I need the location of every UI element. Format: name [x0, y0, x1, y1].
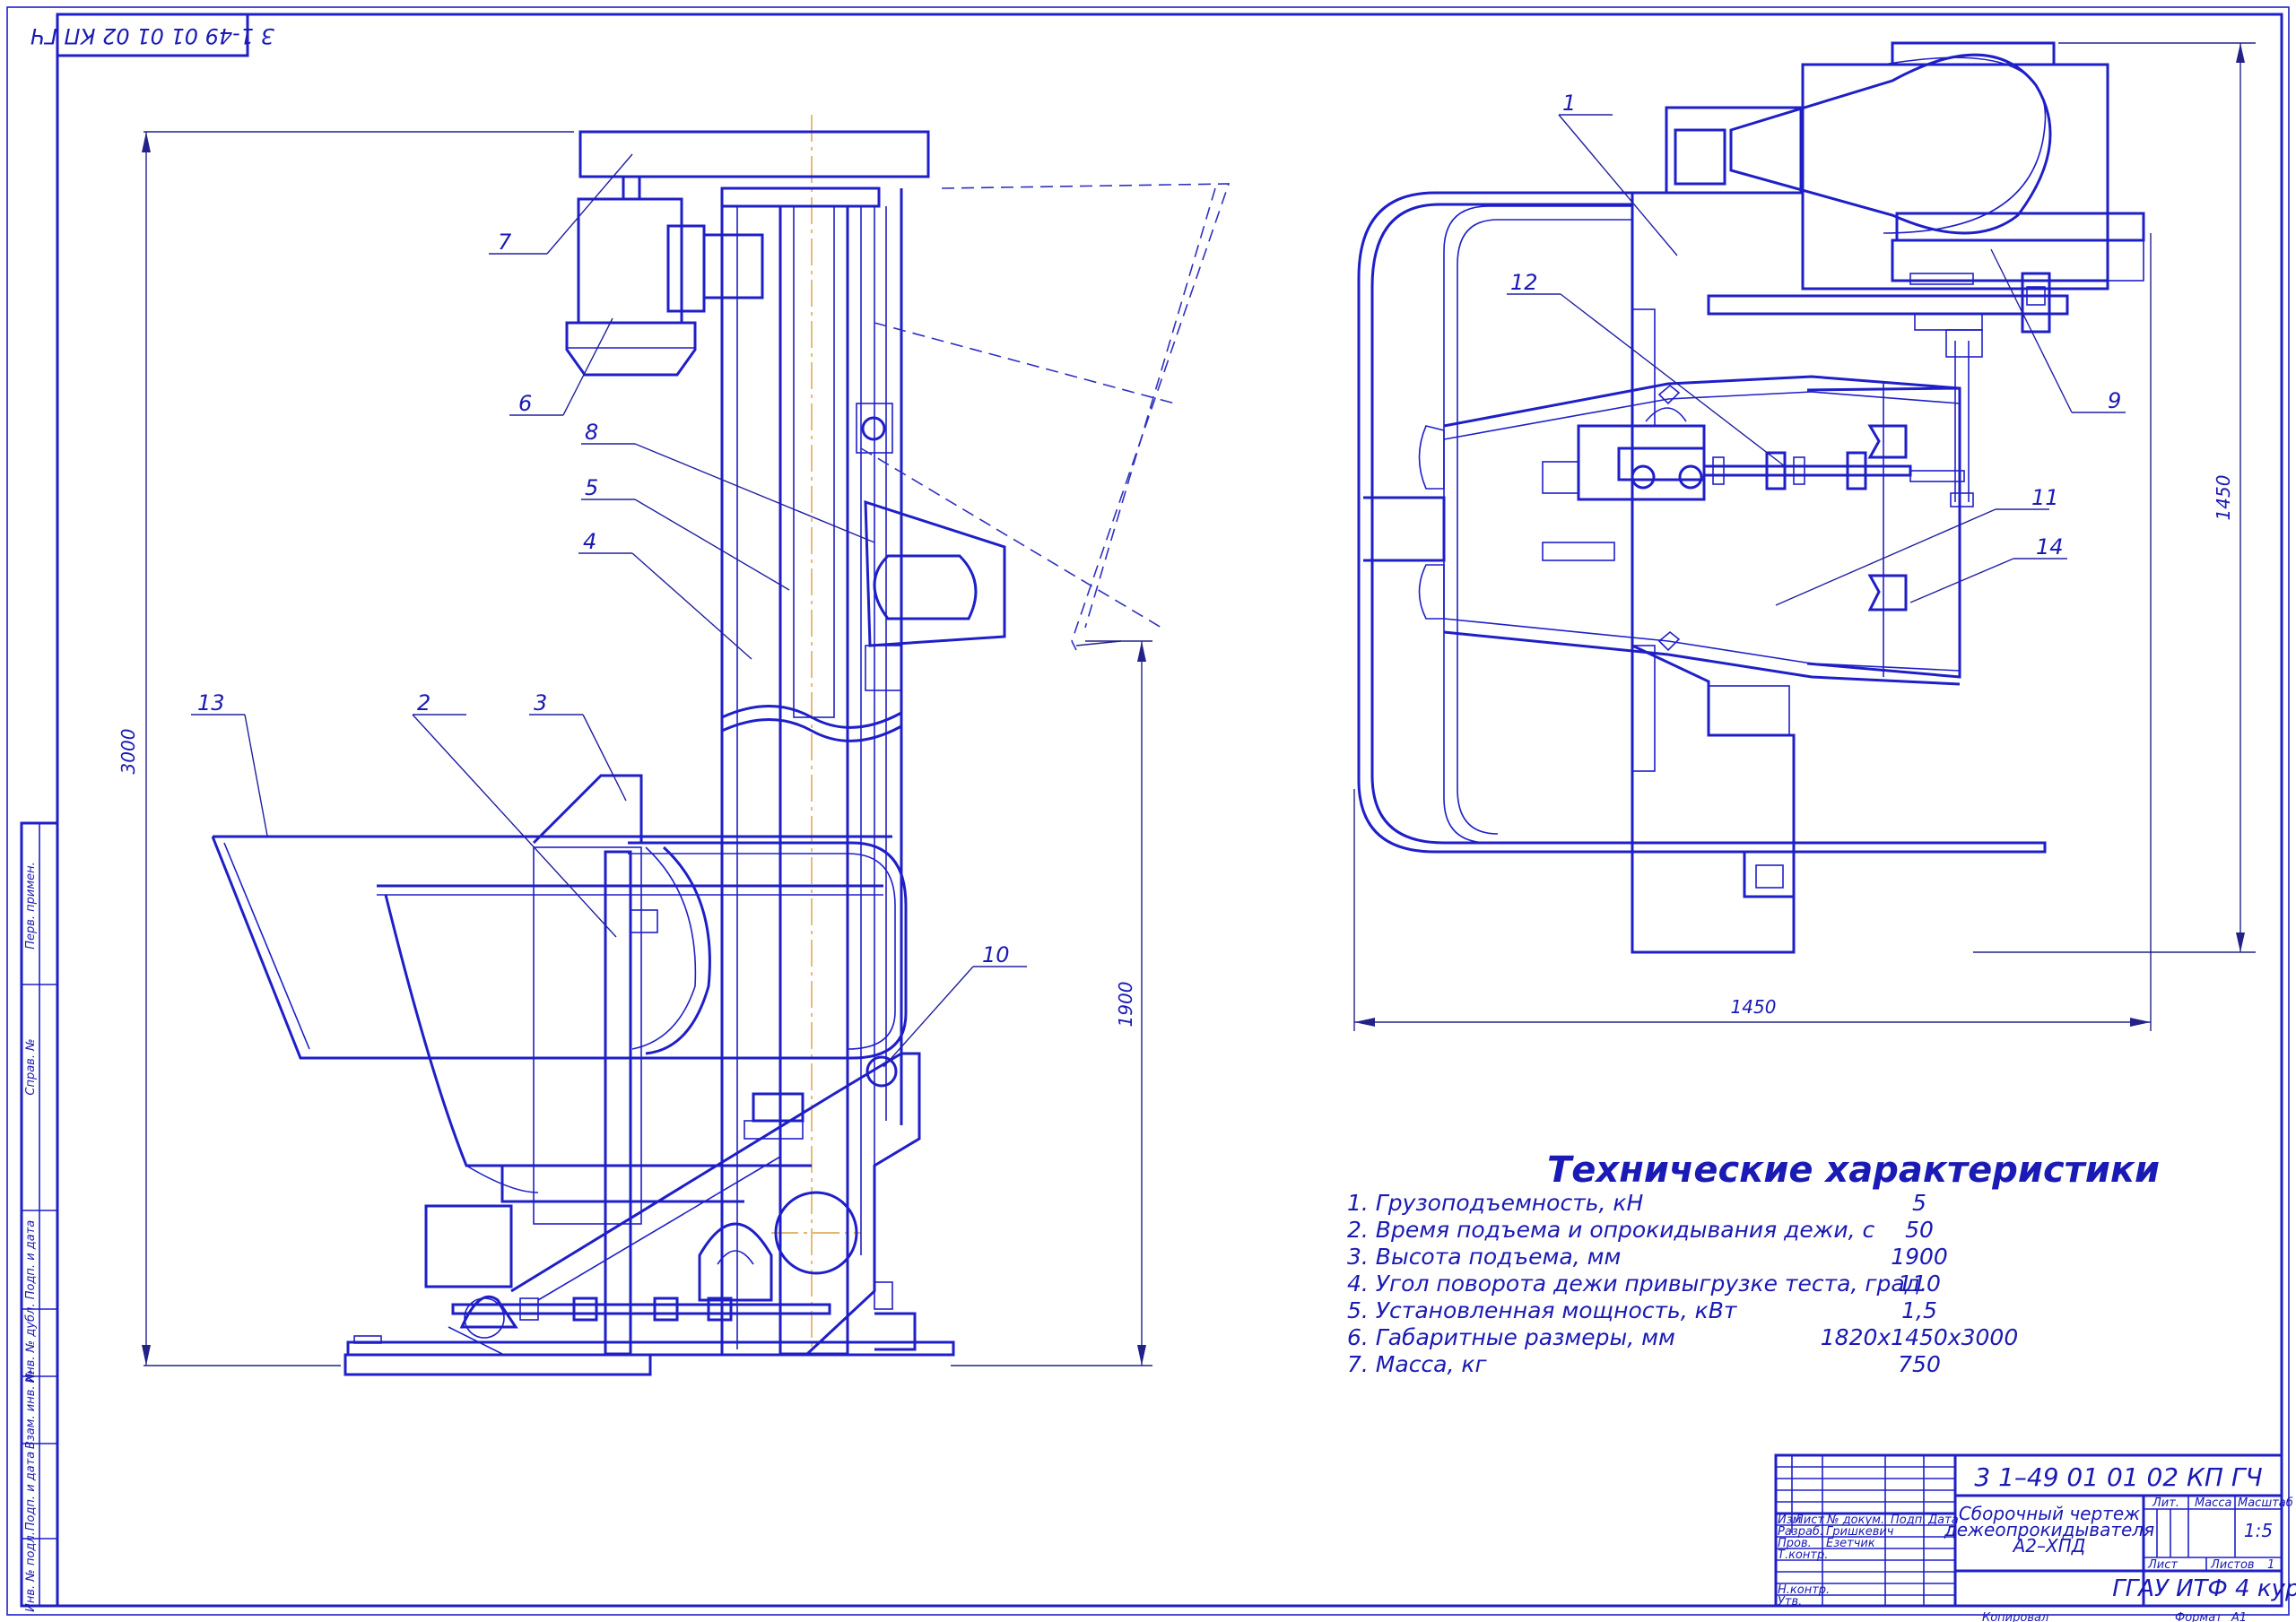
front-view [211, 115, 1231, 1376]
front-view-position-numbers: 7 6 8 5 4 13 2 3 10 [197, 230, 1010, 967]
spec-label-6: 6. Габаритные размеры, мм [1347, 1324, 1675, 1350]
tech-specs: Технические характеристики 1. Грузоподъе… [1347, 1149, 2160, 1377]
dim-lift-height: 1900 [1115, 982, 1136, 1028]
side-stamp-sign-date-2: Подп. и дата [24, 1452, 38, 1531]
title-block: 3 1–49 01 01 02 КП ГЧ Изм Лист № докум. … [1774, 1453, 2296, 1609]
pos-13: 13 [197, 690, 225, 716]
footer-format-value: А1 [2231, 1611, 2247, 1622]
assembly-drawing: 3 1-49 01 01 02 КП ГЧ Перв. примен. Спра… [6, 6, 2296, 1622]
pos-8: 8 [585, 420, 598, 445]
tb-doc-title-3: А2–ХПД [2012, 1535, 2086, 1557]
pos-9: 9 [2108, 388, 2121, 413]
spec-label-2: 2. Время подъема и опрокидывания дежи, с [1347, 1217, 1874, 1243]
top-view-position-numbers: 1 12 9 11 14 [1510, 91, 2121, 559]
pos-7: 7 [498, 230, 512, 255]
tb-col-sign: Подп. [1891, 1514, 1926, 1527]
spec-label-4: 4. Угол поворота дежи привыгрузке теста,… [1347, 1271, 1927, 1297]
pos-6: 6 [518, 391, 532, 416]
tb-role-tcontr: Т.контр. [1778, 1548, 1828, 1562]
side-stamp-orig-inv: Инв. № подл. [24, 1531, 38, 1612]
tb-role-approve: Утв. [1778, 1595, 1802, 1609]
corner-code: 3 1-49 01 01 02 КП ГЧ [30, 23, 274, 48]
spec-label-5: 5. Установленная мощность, кВт [1347, 1297, 1738, 1323]
spec-label-7: 7. Масса, кг [1347, 1351, 1487, 1377]
top-view [1357, 41, 2145, 954]
spec-value-5: 1,5 [1901, 1297, 1937, 1323]
front-view-dimensions: 3000 1900 [117, 131, 1152, 1366]
side-stamp-ref-no: Справ. № [24, 1038, 38, 1095]
dim-plan-height: 1450 [2213, 475, 2234, 521]
tb-doc-code: 3 1–49 01 01 02 КП ГЧ [1974, 1462, 2262, 1492]
footer-labels: Копировал Формат А1 [1982, 1611, 2247, 1622]
tb-lit-label: Лит. [2152, 1496, 2179, 1510]
pos-2: 2 [417, 690, 430, 716]
tb-sheets-value: 1 [2267, 1558, 2274, 1572]
pos-14: 14 [2036, 534, 2064, 559]
side-stamp-sign-date-1: Подп. и дата [24, 1220, 38, 1300]
pos-12: 12 [1510, 270, 1538, 295]
spec-value-1: 5 [1912, 1190, 1926, 1216]
tb-scale-label: Масштаб [2238, 1496, 2293, 1510]
spec-value-3: 1900 [1891, 1244, 1948, 1270]
side-stamp-repl-inv: Взам. инв. № [24, 1370, 38, 1449]
spec-label-3: 3. Высота подъема, мм [1347, 1244, 1621, 1270]
spec-value-2: 50 [1905, 1217, 1934, 1243]
pos-5: 5 [585, 475, 598, 500]
tb-sheets-label: Листов [2210, 1558, 2255, 1572]
side-stamp: Перв. примен. Справ. № Подп. и дата Инв.… [20, 821, 59, 1612]
dim-plan-width: 1450 [1731, 996, 1777, 1018]
tb-scale-value: 1:5 [2244, 1520, 2273, 1541]
pos-1: 1 [1562, 91, 1576, 116]
top-view-leaders [1507, 114, 2126, 606]
corner-code-box: 3 1-49 01 01 02 КП ГЧ [30, 13, 274, 57]
spec-value-4: 110 [1898, 1271, 1941, 1297]
spec-label-1: 1. Грузоподъемность, кН [1347, 1190, 1643, 1216]
footer-copied: Копировал [1982, 1611, 2048, 1622]
pos-11: 11 [2031, 485, 2059, 510]
side-stamp-first-use: Перв. примен. [24, 862, 38, 950]
footer-format-label: Формат [2175, 1611, 2222, 1622]
specs-title: Технические характеристики [1547, 1149, 2160, 1191]
pos-3: 3 [534, 690, 547, 716]
spec-value-7: 750 [1898, 1351, 1941, 1377]
tb-mass-label: Масса [2195, 1496, 2231, 1510]
tb-org: ГГАУ ИТФ 4 курс [2112, 1575, 2296, 1602]
spec-value-6: 1820х1450х3000 [1821, 1324, 2018, 1350]
tb-sheet-label: Лист [2147, 1558, 2178, 1572]
pos-10: 10 [982, 942, 1010, 967]
pos-4: 4 [583, 529, 596, 554]
dim-total-height: 3000 [117, 729, 139, 775]
tb-checker: Езетчик [1826, 1537, 1875, 1550]
